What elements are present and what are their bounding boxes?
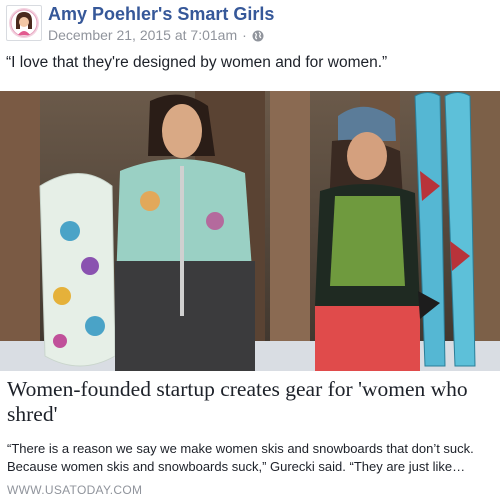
- post-message: “I love that they're designed by women a…: [6, 54, 388, 71]
- page-name-link[interactable]: Amy Poehler's Smart Girls: [48, 4, 274, 25]
- link-headline[interactable]: Women-founded startup creates gear for '…: [7, 377, 495, 427]
- globe-icon[interactable]: [252, 29, 264, 42]
- post-header: Amy Poehler's Smart Girls December 21, 2…: [4, 3, 496, 45]
- page-avatar[interactable]: [6, 5, 42, 41]
- post-meta: December 21, 2015 at 7:01am ·: [48, 27, 264, 43]
- post-timestamp[interactable]: December 21, 2015 at 7:01am: [48, 27, 237, 43]
- link-preview-image[interactable]: [0, 91, 500, 371]
- link-source-domain[interactable]: WWW.USATODAY.COM: [7, 483, 142, 497]
- link-description: “There is a reason we say we make women …: [7, 441, 474, 474]
- meta-separator: ·: [242, 27, 247, 43]
